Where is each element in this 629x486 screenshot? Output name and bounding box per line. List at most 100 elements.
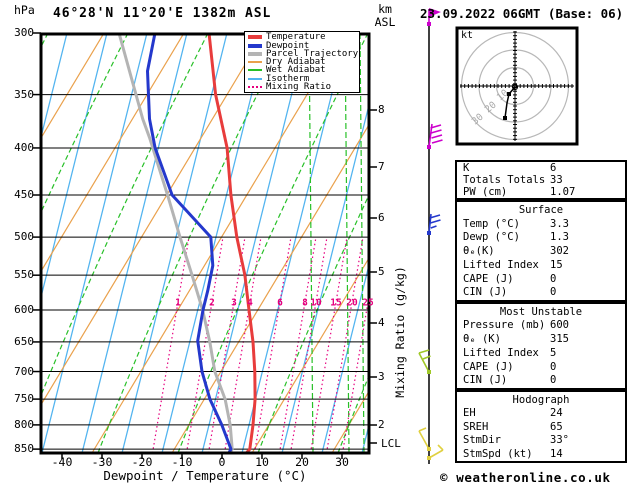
datetime-label: 23.09.2022 06GMT (Base: 06) bbox=[420, 6, 624, 21]
km-tick-label: 2 bbox=[378, 418, 385, 431]
stat-label: StmSpd (kt) bbox=[463, 447, 533, 460]
mixing-ratio-line bbox=[207, 236, 246, 454]
stat-value: 5 bbox=[550, 346, 557, 359]
stat-label: CIN (J) bbox=[463, 286, 508, 299]
stat-value: 6 bbox=[550, 162, 557, 174]
km-tick-label: 4 bbox=[378, 316, 385, 329]
mixing-ratio-line bbox=[309, 236, 348, 454]
stat-value: 33° bbox=[550, 434, 569, 446]
mixing-ratio-value-label: 20 bbox=[346, 297, 358, 309]
sounding-chart-page: { "header": { "pressure_unit": "hPa", "t… bbox=[0, 0, 629, 486]
wind-barb-column bbox=[418, 8, 444, 464]
temp-tick-label: 30 bbox=[335, 455, 349, 469]
copyright: © weatheronline.co.uk bbox=[440, 470, 611, 485]
pressure-tick-label: 450 bbox=[14, 188, 34, 201]
temp-tick-label: -40 bbox=[51, 455, 73, 469]
temp-tick-label: 0 bbox=[218, 455, 226, 469]
isotherm-line bbox=[81, 34, 188, 454]
stat-label: EH bbox=[463, 407, 476, 419]
km-tick-label: 3 bbox=[378, 370, 385, 383]
legend-swatch-isotherm bbox=[248, 77, 262, 80]
stat-value: 0 bbox=[550, 360, 557, 373]
wet-adiabat-line bbox=[97, 34, 289, 454]
stat-label: Lifted Index bbox=[463, 258, 539, 271]
wet-adiabat-line bbox=[257, 193, 369, 454]
pressure-tick-label: 800 bbox=[14, 418, 34, 431]
legend-swatch-dry-adiabat bbox=[248, 61, 262, 63]
legend-label: Mixing Ratio bbox=[266, 81, 332, 92]
wet-adiabat-line bbox=[308, 34, 314, 454]
stat-row: K6 bbox=[457, 162, 625, 174]
km-tick-label: 8 bbox=[378, 103, 385, 116]
altitude-unit-asl: ASL bbox=[374, 15, 396, 29]
mixing-ratio-value-label: 8 bbox=[302, 297, 308, 309]
stat-value: 0 bbox=[550, 286, 557, 299]
stat-label: CIN (J) bbox=[463, 374, 508, 387]
stat-value: 3.3 bbox=[550, 217, 569, 230]
legend: Temperature Dewpoint Parcel Trajectory Dry … bbox=[244, 31, 360, 93]
temp-tick-label: 10 bbox=[255, 455, 269, 469]
stat-row: Pressure (mb) 600 bbox=[457, 319, 625, 331]
legend-swatch-wet-adiabat bbox=[248, 69, 262, 72]
stat-label: Temp (°C) bbox=[463, 217, 520, 230]
chart-frame bbox=[33, 32, 377, 459]
legend-swatch-dewpoint bbox=[248, 43, 262, 48]
stat-value: 1.3 bbox=[550, 231, 569, 244]
isotherm-line bbox=[361, 422, 369, 454]
surface-box: Surface Temp (°C) 3.3 Dewp (°C) 1.3 θₑ(K) 302 L… bbox=[455, 200, 627, 302]
temp-tick-label: -10 bbox=[171, 455, 193, 469]
stat-value: 0 bbox=[550, 374, 557, 387]
mixing-ratio-value-label: 25 bbox=[362, 297, 374, 309]
temp-tick-label: 20 bbox=[295, 455, 309, 469]
pressure-tick-label: 700 bbox=[14, 365, 34, 378]
temp-tick-label: -20 bbox=[131, 455, 153, 469]
stat-box-header: Hodograph bbox=[512, 393, 570, 406]
hodograph-stats-box: Hodograph EH 24 SREH 65 StmDir 33° StmSpd (kt) 1… bbox=[455, 390, 627, 463]
mixing-ratio-value-label: 1 bbox=[175, 297, 181, 309]
stat-row: Lifted Index 5 bbox=[457, 347, 625, 359]
stat-label: CAPE (J) bbox=[463, 360, 514, 373]
mixing-ratio-axis-label: Mixing Ratio (g/kg) bbox=[393, 266, 407, 398]
stat-row: EH 24 bbox=[457, 407, 625, 419]
hodograph: 102030 bbox=[455, 26, 579, 146]
mixing-ratio-line bbox=[253, 236, 292, 454]
pressure-tick-label: 750 bbox=[14, 392, 34, 405]
mixing-ratio-value-label: 10 bbox=[310, 297, 322, 309]
most-unstable-box: Most Unstable Pressure (mb) 600 θₑ (K) 315 Li… bbox=[455, 302, 627, 390]
stat-label: PW (cm) bbox=[463, 186, 508, 198]
stat-value: 33 bbox=[550, 174, 563, 186]
stat-label: Totals Totals bbox=[463, 174, 546, 186]
stat-value: 24 bbox=[550, 407, 563, 419]
stat-row: θₑ(K) 302 bbox=[457, 245, 625, 257]
pressure-tick-label: 350 bbox=[14, 88, 34, 101]
stat-row: SREH 65 bbox=[457, 421, 625, 433]
indices-box: K 6 Totals Totals 33 PW (cm) 1.07 bbox=[455, 160, 627, 200]
stat-row: CAPE (J) 0 bbox=[457, 361, 625, 373]
stat-label: StmDir bbox=[463, 434, 501, 446]
stat-row: StmSpd (kt) 14 bbox=[457, 448, 625, 460]
stat-value: 15 bbox=[550, 258, 563, 271]
temp-tick-label: -30 bbox=[91, 455, 113, 469]
stat-label: CAPE (J) bbox=[463, 272, 514, 285]
wet-adiabat-line bbox=[41, 34, 209, 397]
pressure-tick-label: 300 bbox=[14, 26, 34, 39]
stat-label: SREH bbox=[463, 420, 489, 433]
x-axis-title: Dewpoint / Temperature (°C) bbox=[103, 468, 307, 483]
stat-row: CIN (J) 0 bbox=[457, 286, 625, 298]
stat-value: 14 bbox=[550, 447, 563, 460]
km-tick-label: 6 bbox=[378, 211, 385, 224]
isotherm-line bbox=[321, 262, 369, 454]
pressure-tick-label: 400 bbox=[14, 141, 34, 154]
pressure-axis-unit: hPa bbox=[14, 3, 35, 17]
mixing-ratio-value-label: 6 bbox=[277, 297, 283, 309]
stat-row: CIN (J) 0 bbox=[457, 374, 625, 386]
mixing-ratio-value-label: 2 bbox=[209, 297, 215, 309]
stat-value: 0 bbox=[550, 272, 557, 285]
stat-value: 302 bbox=[550, 245, 569, 257]
stat-row: Totals Totals 33 bbox=[457, 174, 625, 186]
pressure-tick-label: 650 bbox=[14, 335, 34, 348]
mixing-ratio-line bbox=[325, 236, 364, 454]
stat-value: 315 bbox=[550, 333, 569, 346]
stat-row: Lifted Index 15 bbox=[457, 259, 625, 271]
mixing-ratio-value-label: 15 bbox=[330, 297, 342, 309]
